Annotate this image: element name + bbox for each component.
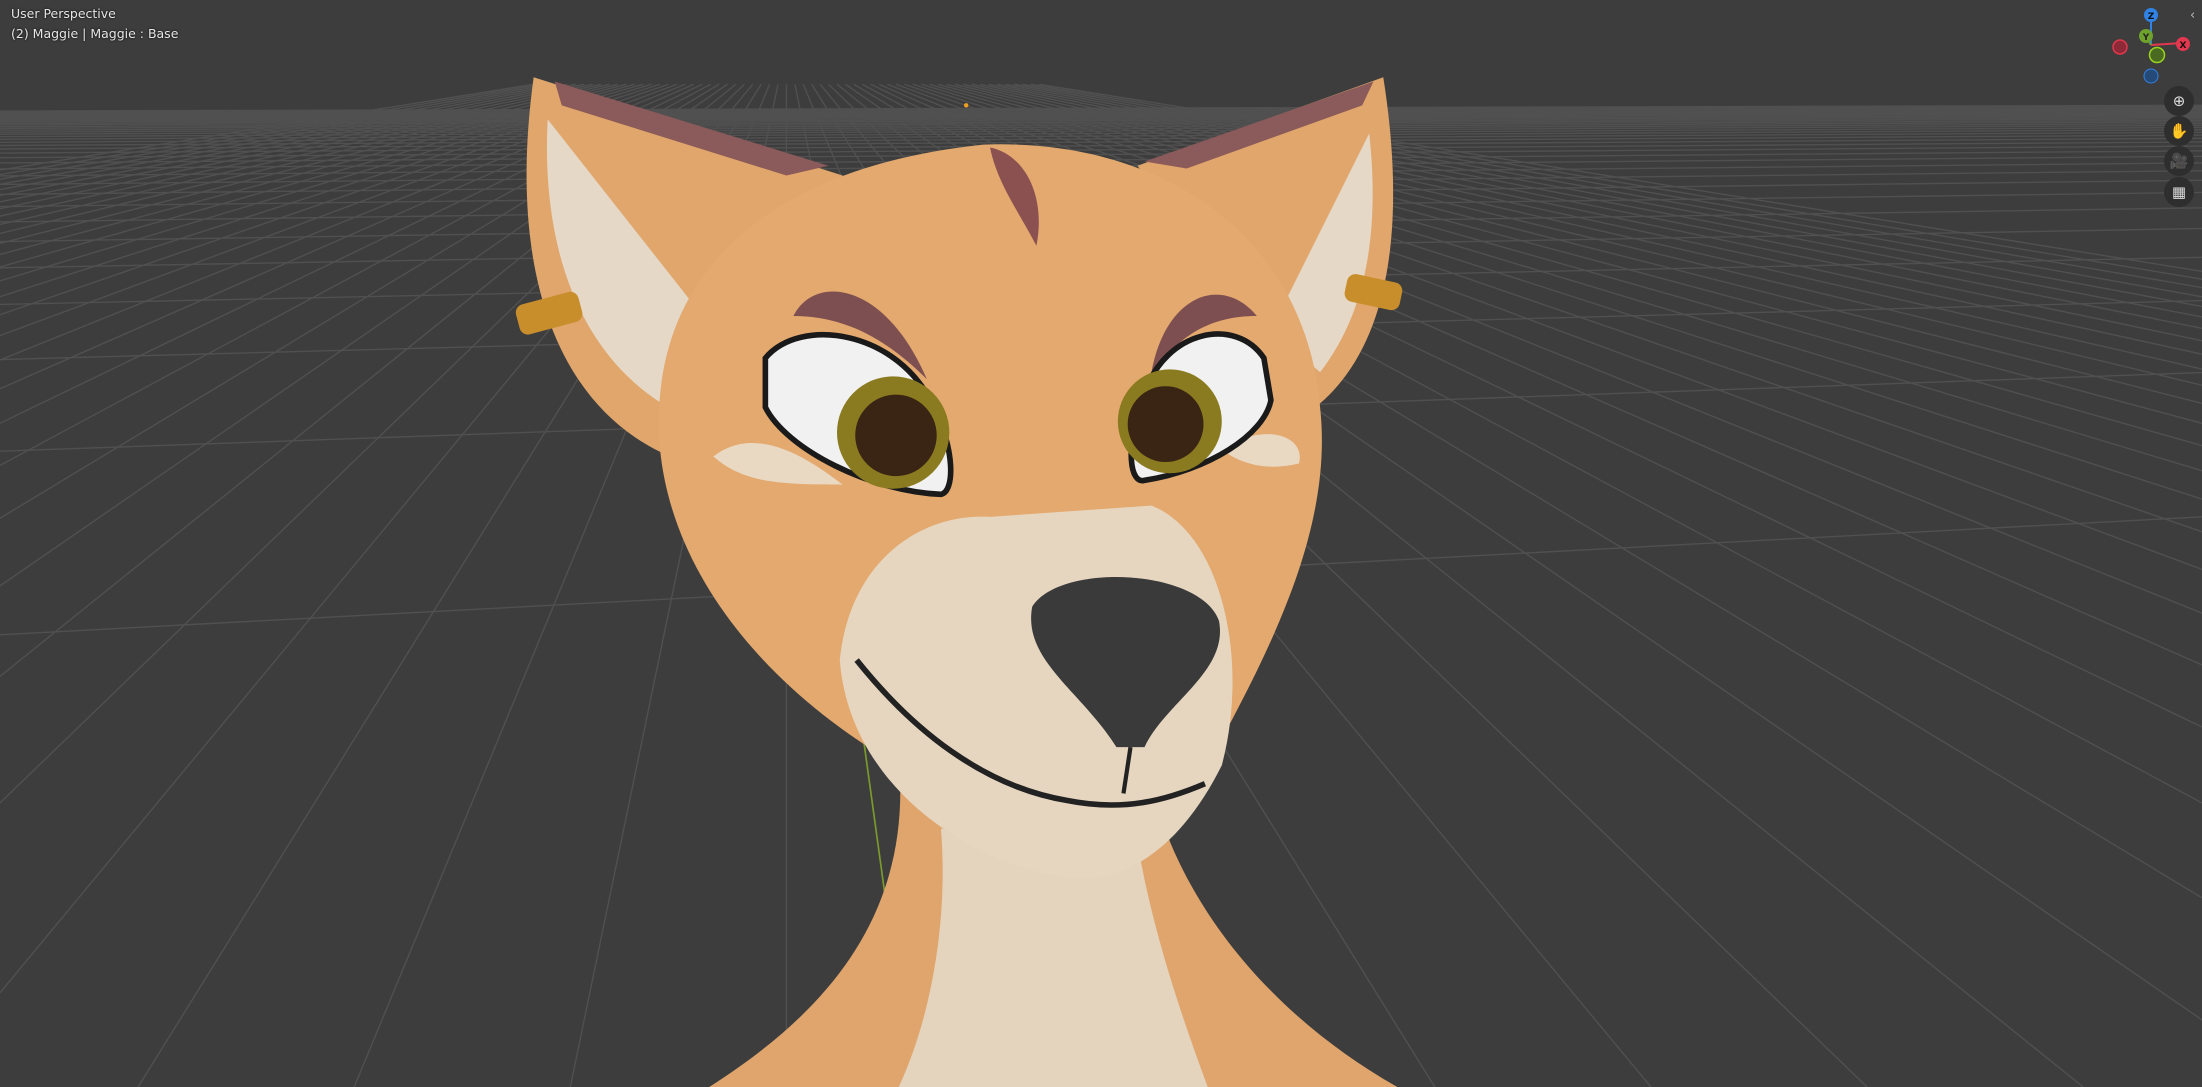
- neg-x-axis[interactable]: [2112, 39, 2128, 55]
- object-info: (2) Maggie | Maggie : Base: [11, 26, 179, 41]
- left-pupil: [855, 394, 937, 477]
- sidebar-toggle-icon[interactable]: ‹: [2190, 8, 2195, 23]
- navigation-gizmo[interactable]: Y Z X: [2100, 0, 2202, 90]
- x-axis-label: X: [2180, 41, 2187, 51]
- grid-icon: ▦: [2171, 183, 2187, 201]
- perspective-toggle-button[interactable]: ▦: [2164, 177, 2194, 207]
- character-maggie[interactable]: [514, 77, 1404, 1087]
- neg-z-axis[interactable]: [2143, 68, 2159, 84]
- viewport-info: User Perspective (2) Maggie | Maggie : B…: [11, 4, 178, 44]
- camera-view-button[interactable]: 🎥: [2164, 146, 2194, 176]
- hand-icon: ✋: [2169, 122, 2189, 140]
- neg-y-axis[interactable]: [2148, 46, 2166, 64]
- 3d-viewport[interactable]: [0, 0, 2202, 1087]
- z-axis-label: Z: [2148, 12, 2155, 22]
- right-pupil: [1127, 386, 1204, 463]
- view-name: User Perspective: [11, 6, 116, 21]
- origin-dot: [963, 103, 969, 108]
- pan-button[interactable]: ✋: [2164, 116, 2194, 146]
- zoom-icon: ⊕: [2172, 92, 2186, 110]
- camera-icon: 🎥: [2169, 152, 2189, 170]
- zoom-button[interactable]: ⊕: [2164, 86, 2194, 116]
- y-axis-label: Y: [2142, 33, 2150, 43]
